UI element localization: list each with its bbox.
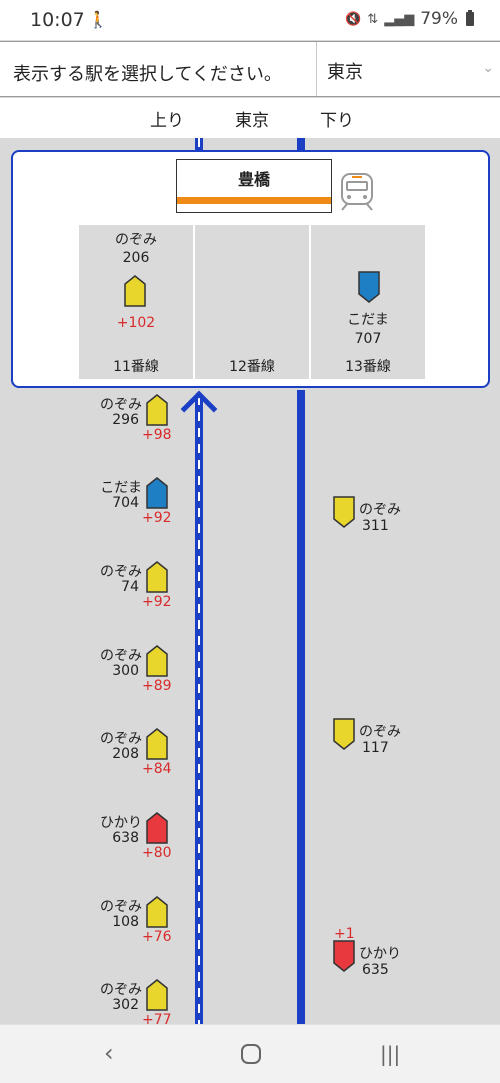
station-selector-row: 表示する駅を選択してください。 東京 ⌄ xyxy=(0,41,500,97)
up-train-name: のぞみ xyxy=(100,397,142,413)
status-icons: 🔇 ⇅ ▂▄▆ 79% xyxy=(345,9,474,29)
walking-icon: 🚶 xyxy=(88,10,108,29)
up-train-number: 208 xyxy=(112,746,139,762)
direction-down-label: 下り xyxy=(320,111,354,131)
platforms: のぞみ 206 +102 11番線 12番線 こだま 707 13番線 xyxy=(79,225,425,379)
down-train-name: のぞみ xyxy=(359,502,401,518)
status-time: 10:07 xyxy=(30,9,85,31)
recents-icon[interactable]: ||| xyxy=(380,1042,400,1066)
train-marker-up[interactable] xyxy=(146,979,168,1011)
navigation-bar: ‹ ||| xyxy=(0,1024,500,1083)
down-train-number: 635 xyxy=(362,962,389,978)
station-name: 豊橋 xyxy=(237,170,270,189)
signal-icon: ▂▄▆ xyxy=(384,11,415,27)
down-train-number: 117 xyxy=(362,740,389,756)
train-icon xyxy=(339,172,375,212)
up-train-delay: +98 xyxy=(142,427,172,443)
train-marker-up[interactable] xyxy=(146,812,168,844)
platform-train-delay: +102 xyxy=(116,315,156,331)
platform-label: 12番線 xyxy=(229,359,275,375)
train-marker-up[interactable] xyxy=(146,645,168,677)
station-card[interactable]: 豊橋 のぞみ 206 +102 11番線 12番線 こだま 707 13番線 xyxy=(11,150,490,388)
battery-percent: 79% xyxy=(420,9,458,29)
platform-13[interactable]: こだま 707 13番線 xyxy=(311,225,425,379)
up-track xyxy=(195,396,203,1024)
up-train-name: のぞみ xyxy=(100,731,142,747)
up-train-name: のぞみ xyxy=(100,899,142,915)
direction-center-label: 東京 xyxy=(235,111,269,131)
up-train-name: のぞみ xyxy=(100,564,142,580)
platform-12[interactable]: 12番線 xyxy=(195,225,309,379)
down-track-top xyxy=(297,138,305,150)
station-select-value: 東京 xyxy=(327,62,363,83)
train-marker-up[interactable] xyxy=(146,394,168,426)
up-train-delay: +89 xyxy=(142,678,172,694)
up-train-number: 108 xyxy=(112,914,139,930)
platform-label: 13番線 xyxy=(345,359,391,375)
up-train-delay: +92 xyxy=(142,594,172,610)
train-marker-down[interactable] xyxy=(333,496,355,528)
train-marker-up[interactable] xyxy=(146,477,168,509)
platform-train-number: 707 xyxy=(354,331,382,347)
platform-11[interactable]: のぞみ 206 +102 11番線 xyxy=(79,225,193,379)
down-track xyxy=(297,390,305,1024)
selector-label: 表示する駅を選択してください。 xyxy=(13,64,282,85)
home-icon[interactable] xyxy=(240,1043,262,1071)
up-train-number: 302 xyxy=(112,997,139,1013)
up-train-number: 638 xyxy=(112,830,139,846)
up-train-delay: +80 xyxy=(142,845,172,861)
up-track-top xyxy=(195,138,203,150)
train-marker-down[interactable] xyxy=(333,940,355,972)
status-bar: 10:07 🚶 🔇 ⇅ ▂▄▆ 79% xyxy=(0,0,500,40)
train-marker-down xyxy=(358,271,380,303)
station-line-bar xyxy=(177,197,331,204)
up-train-number: 704 xyxy=(112,495,139,511)
up-train-delay: +84 xyxy=(142,761,172,777)
station-name-box: 豊橋 xyxy=(176,159,332,213)
train-marker-up xyxy=(124,275,146,307)
battery-icon xyxy=(466,10,474,26)
up-arrow-icon xyxy=(180,390,218,428)
up-train-number: 300 xyxy=(112,663,139,679)
train-marker-down[interactable] xyxy=(333,718,355,750)
down-train-delay: +1 xyxy=(334,926,355,942)
platform-train-name: のぞみ xyxy=(115,232,157,248)
up-train-number: 74 xyxy=(121,579,139,595)
network-icon: ⇅ xyxy=(367,11,379,27)
mute-icon: 🔇 xyxy=(345,11,362,27)
up-train-name: こだま xyxy=(100,480,142,496)
back-icon[interactable]: ‹ xyxy=(104,1039,114,1067)
direction-header: 上り 東京 下り xyxy=(0,98,500,138)
platform-train-number: 206 xyxy=(122,250,150,266)
train-marker-up[interactable] xyxy=(146,561,168,593)
up-train-name: のぞみ xyxy=(100,648,142,664)
up-train-delay: +92 xyxy=(142,510,172,526)
train-marker-up[interactable] xyxy=(146,728,168,760)
up-train-name: ひかり xyxy=(100,815,142,831)
down-train-number: 311 xyxy=(362,518,389,534)
chevron-down-icon: ⌄ xyxy=(482,60,494,76)
up-train-delay: +76 xyxy=(142,929,172,945)
station-select[interactable]: 東京 ⌄ xyxy=(316,42,500,96)
down-train-name: ひかり xyxy=(359,946,401,962)
platform-train-name: こだま xyxy=(347,312,389,328)
platform-label: 11番線 xyxy=(113,359,159,375)
direction-up-label: 上り xyxy=(150,111,184,131)
down-train-name: のぞみ xyxy=(359,724,401,740)
up-train-name: のぞみ xyxy=(100,982,142,998)
up-train-number: 296 xyxy=(112,412,139,428)
train-marker-up[interactable] xyxy=(146,896,168,928)
